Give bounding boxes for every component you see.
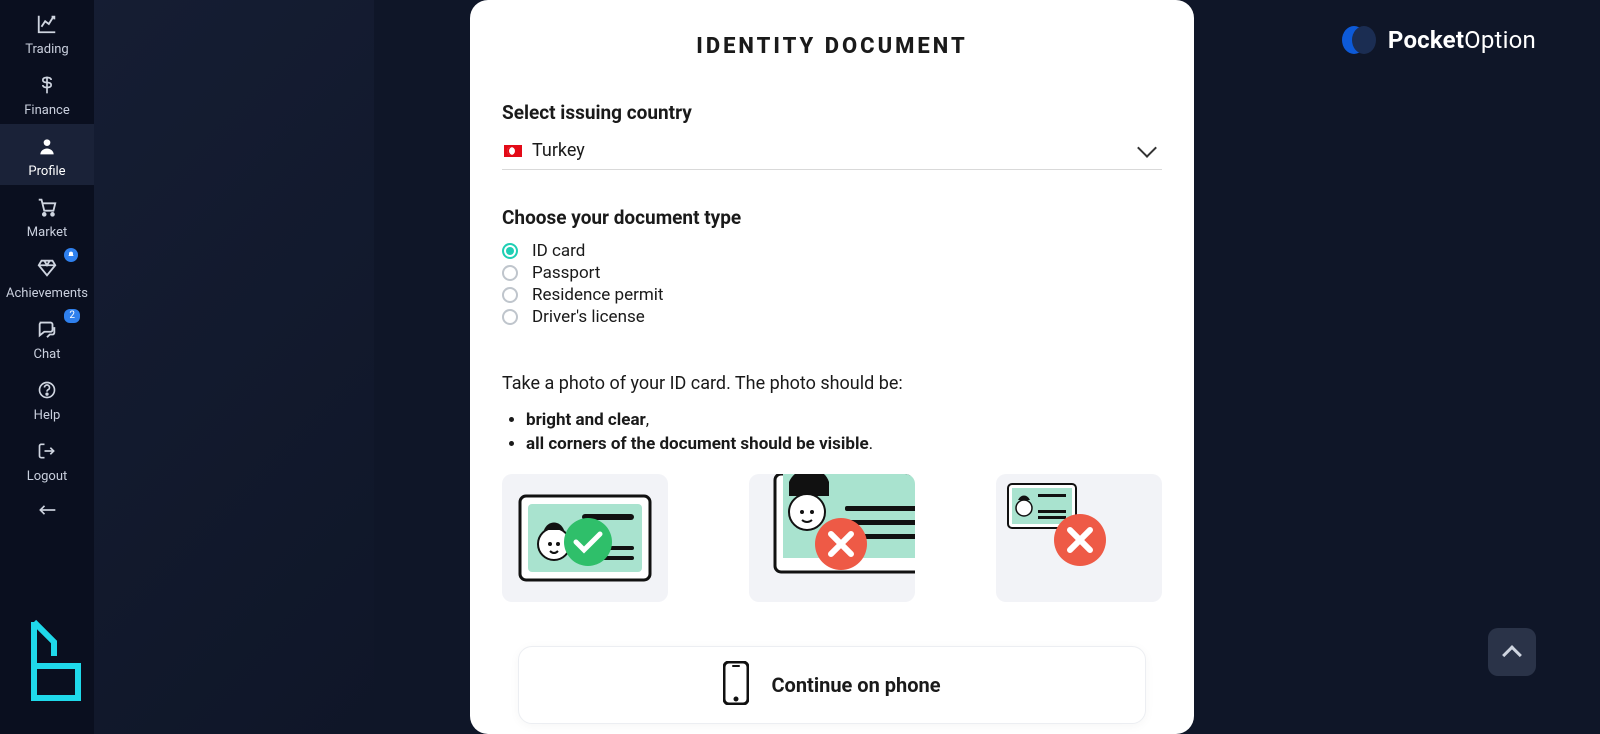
photo-instruction: Take a photo of your ID card. The photo … — [502, 373, 1162, 394]
sidebar-item-achievements[interactable]: Achievements — [0, 246, 94, 307]
doctype-label: Choose your document type — [502, 206, 1162, 229]
example-good — [502, 474, 668, 602]
example-cropped — [749, 474, 915, 602]
list-item: all corners of the document should be vi… — [526, 434, 1162, 454]
logout-icon — [37, 435, 57, 467]
sidebar-item-label: Profile — [28, 164, 65, 179]
doctype-radio-residence[interactable]: Residence permit — [502, 285, 1162, 305]
doctype-label-text: Driver's license — [532, 307, 645, 327]
brand-mark-icon — [1342, 24, 1374, 56]
user-icon — [37, 130, 57, 162]
radio-icon — [502, 287, 518, 303]
doctype-label-text: ID card — [532, 241, 585, 261]
country-label: Select issuing country — [502, 101, 1162, 124]
modal-title: IDENTITY DOCUMENT — [502, 34, 1162, 59]
sidebar-item-label: Achievements — [6, 286, 88, 301]
radio-icon — [502, 309, 518, 325]
doctype-radio-idcard[interactable]: ID card — [502, 241, 1162, 261]
brand-text: PocketOption — [1388, 26, 1536, 54]
notification-badge — [64, 248, 78, 262]
sidebar-item-label: Help — [34, 408, 61, 423]
country-select[interactable]: Turkey — [502, 136, 1162, 170]
sidebar-item-label: Trading — [25, 42, 68, 57]
sidebar-item-logout[interactable]: Logout — [0, 429, 94, 490]
corner-logo — [28, 616, 90, 708]
sidebar-collapse-button[interactable] — [0, 490, 94, 530]
identity-document-modal: IDENTITY DOCUMENT Select issuing country… — [470, 0, 1194, 734]
dollar-icon — [37, 69, 57, 101]
chevron-up-icon — [1502, 645, 1522, 665]
photo-requirements-list: bright and clear, all corners of the doc… — [502, 410, 1162, 454]
scroll-to-top-button[interactable] — [1488, 628, 1536, 676]
doctype-label-text: Residence permit — [532, 285, 663, 305]
country-value: Turkey — [532, 140, 585, 161]
sidebar-item-label: Finance — [24, 103, 69, 118]
sidebar-item-label: Market — [27, 225, 67, 240]
radio-icon — [502, 265, 518, 281]
chevron-down-icon — [1137, 138, 1157, 158]
sidebar-item-chat[interactable]: 2 Chat — [0, 307, 94, 368]
gem-icon — [36, 252, 58, 284]
chat-icon — [36, 313, 58, 345]
main-area: PocketOption IDENTITY DOCUMENT Select is… — [94, 0, 1600, 734]
sidebar-item-help[interactable]: Help — [0, 368, 94, 429]
sidebar-item-label: Logout — [27, 469, 68, 484]
sidebar-item-market[interactable]: Market — [0, 185, 94, 246]
flag-turkey-icon — [504, 145, 522, 157]
doctype-label-text: Passport — [532, 263, 600, 283]
continue-on-phone-button[interactable]: Continue on phone — [518, 646, 1146, 724]
sidebar-item-profile[interactable]: Profile — [0, 124, 94, 185]
continue-label: Continue on phone — [771, 673, 940, 697]
phone-icon — [723, 661, 749, 710]
cart-icon — [36, 191, 58, 223]
doctype-radio-group: ID card Passport Residence permit Driver… — [502, 241, 1162, 327]
chat-count-badge: 2 — [64, 309, 80, 323]
doctype-radio-driver[interactable]: Driver's license — [502, 307, 1162, 327]
sidebar-item-finance[interactable]: Finance — [0, 63, 94, 124]
radio-icon — [502, 243, 518, 259]
help-icon — [37, 374, 57, 406]
photo-examples — [502, 474, 1162, 602]
sidebar-item-label: Chat — [34, 347, 61, 362]
doctype-radio-passport[interactable]: Passport — [502, 263, 1162, 283]
list-item: bright and clear, — [526, 410, 1162, 430]
sidebar: Trading Finance Profile Market — [0, 0, 94, 734]
chart-line-icon — [36, 8, 58, 40]
brand-logo: PocketOption — [1342, 24, 1536, 56]
example-small — [996, 474, 1162, 602]
sidebar-item-trading[interactable]: Trading — [0, 2, 94, 63]
